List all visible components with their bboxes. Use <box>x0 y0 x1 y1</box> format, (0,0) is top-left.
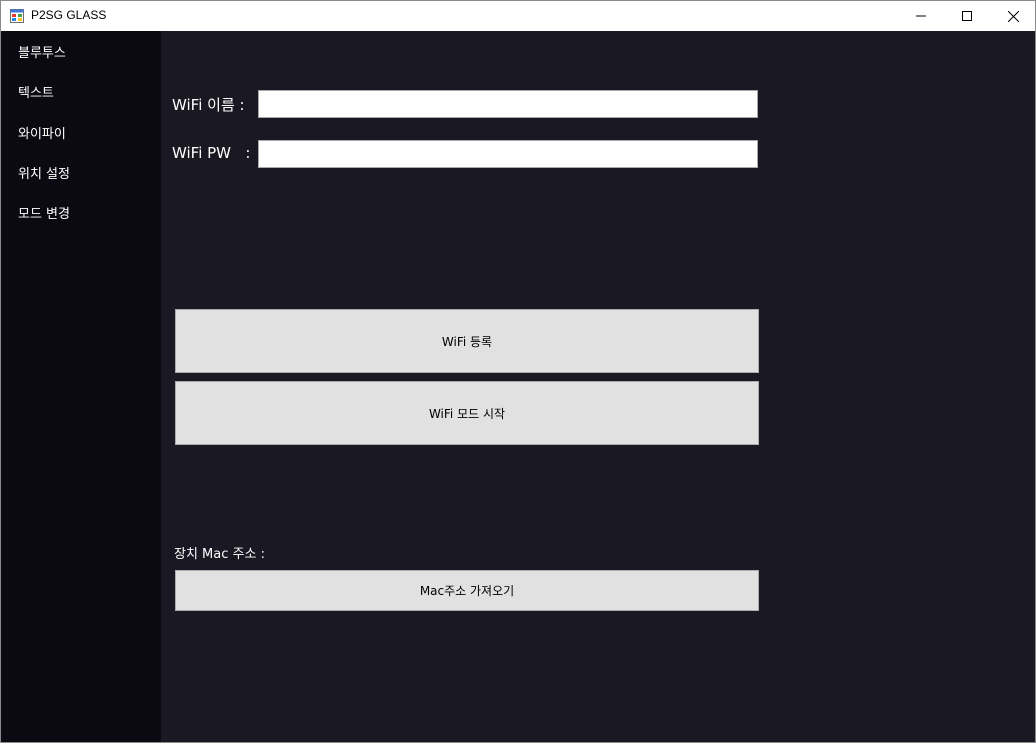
wifi-mode-start-button[interactable]: WiFi 모드 시작 <box>175 381 759 445</box>
maximize-icon <box>962 11 972 21</box>
wifi-name-input[interactable] <box>258 90 758 118</box>
title-bar[interactable]: P2SG GLASS <box>1 1 1035 31</box>
wifi-panel: WiFi 이름 : WiFi PW : WiFi 등록 WiFi 모드 시작 장… <box>161 31 1035 742</box>
close-button[interactable] <box>990 1 1036 31</box>
app-window: P2SG GLASS 블루투스 텍스트 와이파이 위치 설정 모드 변경 WiF… <box>0 0 1036 743</box>
sidebar-item-mode[interactable]: 모드 변경 <box>18 203 70 222</box>
mac-fetch-button[interactable]: Mac주소 가져오기 <box>175 570 759 611</box>
wifi-pw-label: WiFi PW : <box>172 144 251 162</box>
wifi-pw-input[interactable] <box>258 140 758 168</box>
wifi-register-button[interactable]: WiFi 등록 <box>175 309 759 373</box>
close-icon <box>1007 10 1019 22</box>
window-title: P2SG GLASS <box>31 8 107 22</box>
sidebar-item-bluetooth[interactable]: 블루투스 <box>18 42 66 61</box>
sidebar-item-wifi[interactable]: 와이파이 <box>18 123 66 142</box>
sidebar-item-text[interactable]: 텍스트 <box>18 82 54 101</box>
app-window-icon <box>10 9 24 23</box>
minimize-icon <box>916 15 926 17</box>
sidebar: 블루투스 텍스트 와이파이 위치 설정 모드 변경 <box>1 31 161 742</box>
minimize-button[interactable] <box>898 1 944 31</box>
maximize-button[interactable] <box>944 1 990 31</box>
device-mac-label: 장치 Mac 주소 : <box>174 547 265 562</box>
sidebar-item-location[interactable]: 위치 설정 <box>18 163 70 182</box>
wifi-name-label: WiFi 이름 : <box>172 96 245 114</box>
